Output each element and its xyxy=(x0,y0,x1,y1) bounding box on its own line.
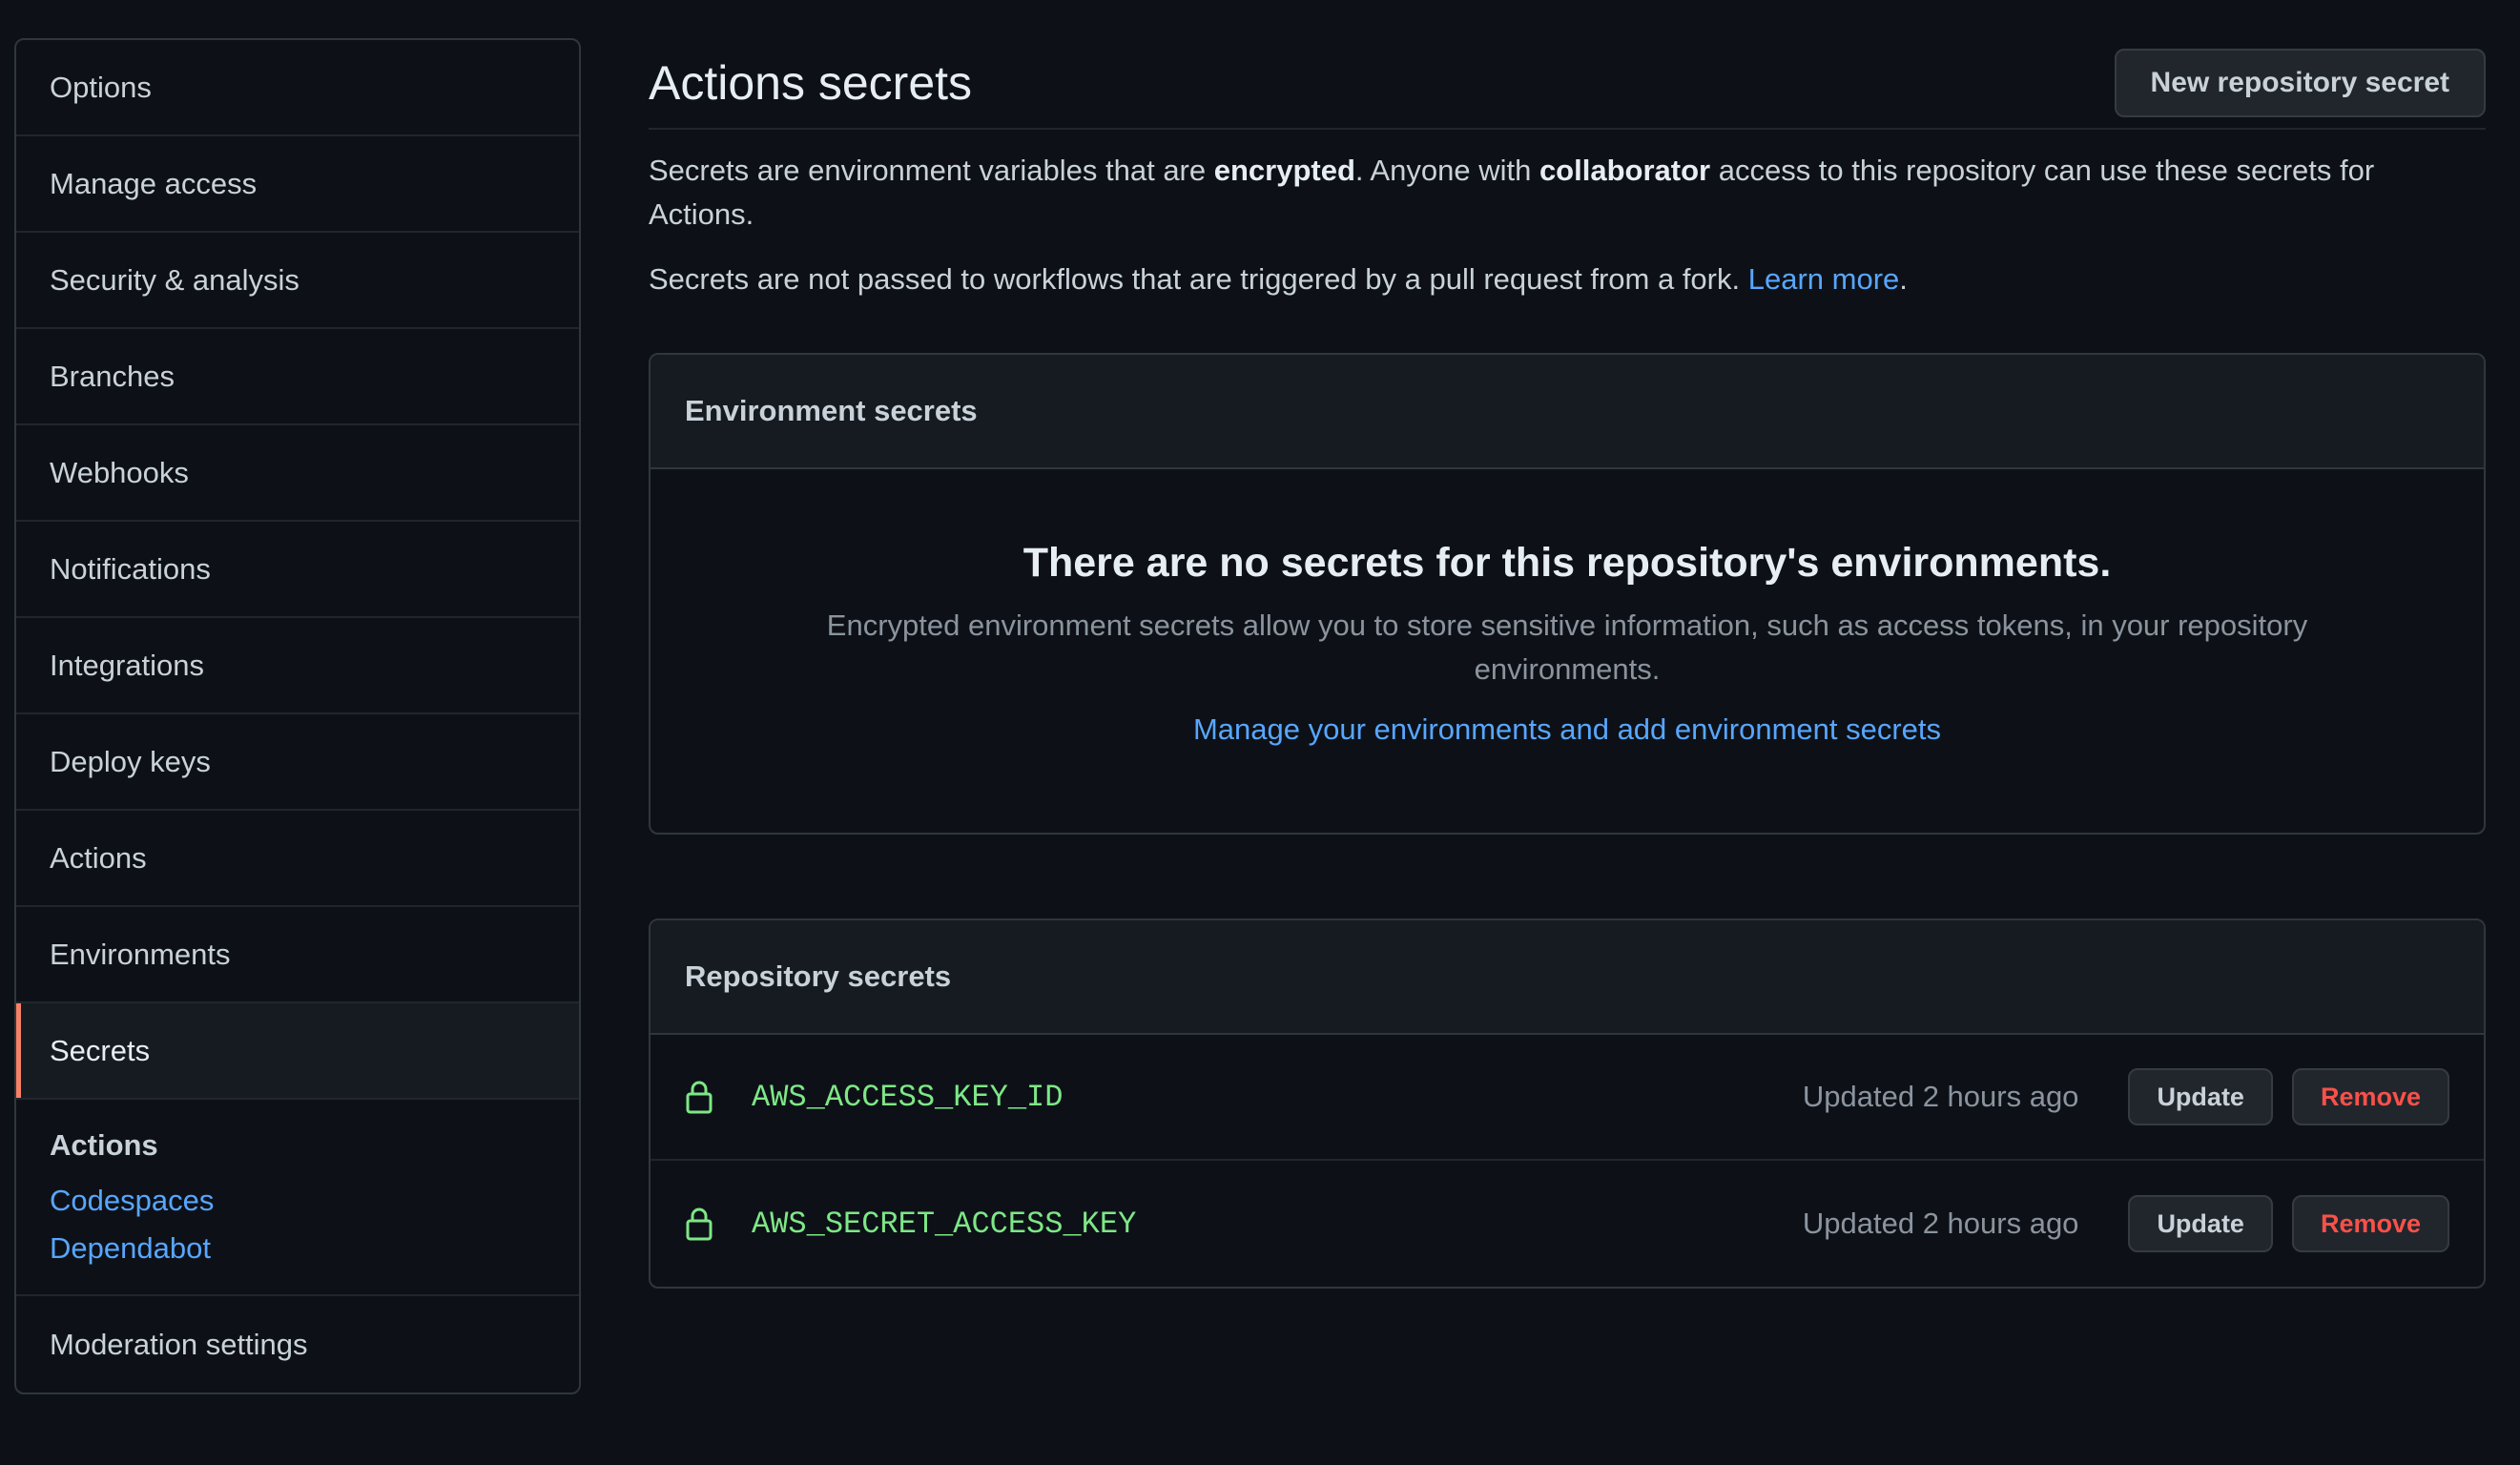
fork-note-end: . xyxy=(1899,262,1908,296)
subnav-item-actions[interactable]: Actions xyxy=(50,1128,546,1163)
description-text: . Anyone with xyxy=(1354,154,1539,187)
empty-state-description: Encrypted environment secrets allow you … xyxy=(826,609,2308,686)
fork-note: Secrets are not passed to workflows that… xyxy=(649,258,2486,301)
manage-environments-link[interactable]: Manage your environments and add environ… xyxy=(1193,712,1941,747)
sidebar-item-label: Environments xyxy=(50,937,231,971)
sidebar-item-deploy-keys[interactable]: Deploy keys xyxy=(16,714,579,811)
sidebar-item-label: Webhooks xyxy=(50,455,189,489)
page-title: Actions secrets xyxy=(649,56,973,110)
page-header: Actions secrets New repository secret xyxy=(649,38,2486,130)
sidebar-item-label: Security & analysis xyxy=(50,262,300,297)
sidebar-item-label: Notifications xyxy=(50,551,211,586)
sidebar-item-security-analysis[interactable]: Security & analysis xyxy=(16,233,579,329)
sidebar-item-notifications[interactable]: Notifications xyxy=(16,522,579,618)
secret-row: AWS_SECRET_ACCESS_KEY Updated 2 hours ag… xyxy=(651,1161,2484,1287)
main-content: Actions secrets New repository secret Se… xyxy=(649,38,2486,1289)
sidebar-item-label: Actions xyxy=(50,840,147,875)
sidebar-item-label: Deploy keys xyxy=(50,744,211,778)
sidebar-item-actions[interactable]: Actions xyxy=(16,811,579,907)
lock-icon xyxy=(686,1207,713,1241)
sidebar-item-secrets[interactable]: Secrets xyxy=(16,1003,579,1100)
sidebar-item-options[interactable]: Options xyxy=(16,40,579,136)
secrets-subnav: Actions Codespaces Dependabot xyxy=(16,1100,579,1296)
secret-name: AWS_SECRET_ACCESS_KEY xyxy=(752,1206,1137,1242)
environment-secrets-empty-state: There are no secrets for this repository… xyxy=(651,469,2484,833)
environment-secrets-box: Environment secrets There are no secrets… xyxy=(649,353,2486,835)
subnav-link-dependabot[interactable]: Dependabot xyxy=(50,1231,546,1266)
sidebar-item-branches[interactable]: Branches xyxy=(16,329,579,425)
description-bold-encrypted: encrypted xyxy=(1213,154,1355,187)
learn-more-link[interactable]: Learn more xyxy=(1748,262,1900,296)
sidebar-item-label: Branches xyxy=(50,359,175,393)
secret-name: AWS_ACCESS_KEY_ID xyxy=(752,1079,1064,1115)
sidebar-item-label: Manage access xyxy=(50,166,258,200)
remove-secret-button[interactable]: Remove xyxy=(2291,1195,2449,1252)
sidebar-item-label: Integrations xyxy=(50,648,204,682)
update-secret-button[interactable]: Update xyxy=(2128,1195,2273,1252)
update-secret-button[interactable]: Update xyxy=(2128,1068,2273,1125)
secret-row: AWS_ACCESS_KEY_ID Updated 2 hours ago Up… xyxy=(651,1035,2484,1161)
secret-updated-time: Updated 2 hours ago xyxy=(1802,1207,2079,1240)
sidebar-item-label: Secrets xyxy=(50,1033,151,1067)
repository-secrets-header: Repository secrets xyxy=(651,920,2484,1035)
subnav-link-codespaces[interactable]: Codespaces xyxy=(50,1184,546,1218)
lock-icon xyxy=(686,1081,713,1114)
secret-updated-time: Updated 2 hours ago xyxy=(1802,1080,2079,1113)
description-bold-collaborator: collaborator xyxy=(1539,154,1711,187)
new-repository-secret-button[interactable]: New repository secret xyxy=(2114,49,2486,117)
sidebar-item-moderation-settings[interactable]: Moderation settings xyxy=(16,1296,579,1393)
secrets-description: Secrets are environment variables that a… xyxy=(649,149,2486,237)
sidebar-item-label: Moderation settings xyxy=(50,1327,308,1361)
repository-secrets-box: Repository secrets AWS_ACCESS_KEY_ID Upd… xyxy=(649,918,2486,1289)
description-text: Secrets are environment variables that a… xyxy=(649,154,1214,187)
sidebar-item-environments[interactable]: Environments xyxy=(16,907,579,1003)
sidebar-item-manage-access[interactable]: Manage access xyxy=(16,136,579,233)
sidebar-item-label: Options xyxy=(50,70,152,104)
empty-state-title: There are no secrets for this repository… xyxy=(1022,540,2112,586)
sidebar-item-webhooks[interactable]: Webhooks xyxy=(16,425,579,522)
fork-note-text: Secrets are not passed to workflows that… xyxy=(649,262,1748,296)
environment-secrets-header: Environment secrets xyxy=(651,355,2484,469)
settings-sidebar: Options Manage access Security & analysi… xyxy=(14,38,581,1394)
sidebar-item-integrations[interactable]: Integrations xyxy=(16,618,579,714)
remove-secret-button[interactable]: Remove xyxy=(2291,1068,2449,1125)
